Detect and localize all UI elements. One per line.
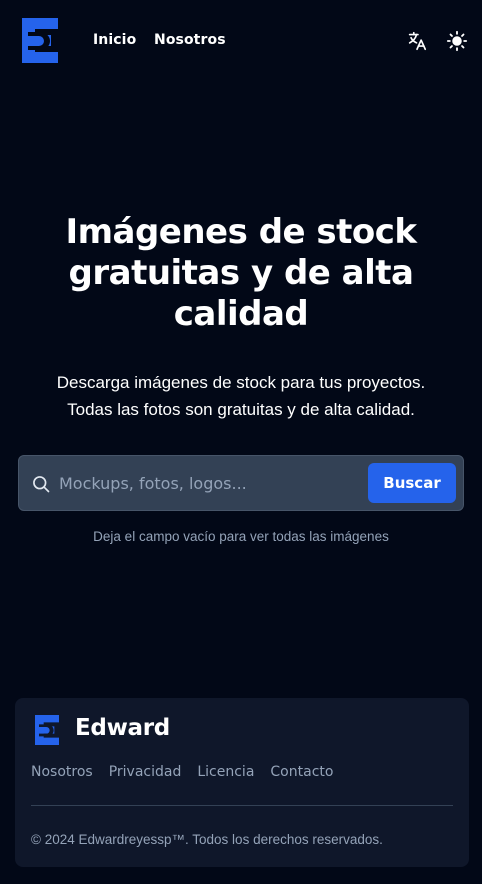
search-button[interactable]: Buscar: [368, 463, 456, 503]
footer-link-privacidad[interactable]: Privacidad: [109, 764, 182, 780]
hero-title-line: calidad: [173, 294, 309, 334]
footer-nav: Nosotros Privacidad Licencia Contacto: [31, 764, 333, 780]
search-form: Buscar: [18, 455, 464, 511]
nav-link-nosotros[interactable]: Nosotros: [154, 32, 226, 48]
footer-logo-icon[interactable]: [35, 715, 59, 745]
footer-copyright: © 2024 Edwardreyessp™. Todos los derecho…: [31, 832, 383, 847]
nav-link-inicio[interactable]: Inicio: [93, 32, 136, 48]
hero-title-line: gratuitas y de alta: [68, 253, 414, 293]
site-footer: Edward Nosotros Privacidad Licencia Cont…: [15, 698, 469, 867]
hero-title: Imágenes de stock gratuitas y de alta ca…: [0, 212, 482, 335]
logo-icon[interactable]: [22, 18, 58, 63]
translate-button[interactable]: [405, 29, 429, 53]
hero-subtitle-line: Descarga imágenes de stock para tus proy…: [56, 373, 426, 392]
theme-toggle-button[interactable]: [445, 29, 469, 53]
footer-link-nosotros[interactable]: Nosotros: [31, 764, 93, 780]
hero-title-line: Imágenes de stock: [65, 212, 417, 252]
site-header: Inicio Nosotros: [0, 0, 482, 82]
search-input[interactable]: [59, 464, 359, 502]
translate-icon: [408, 31, 427, 51]
footer-brand[interactable]: Edward: [75, 715, 170, 741]
footer-divider: [31, 805, 453, 806]
search-hint: Deja el campo vacío para ver todas las i…: [93, 529, 389, 544]
sun-icon: [446, 30, 468, 52]
footer-link-licencia[interactable]: Licencia: [197, 764, 254, 780]
hero-subtitle-line: Todas las fotos son gratuitas y de alta …: [67, 400, 415, 419]
hero-subtitle: Descarga imágenes de stock para tus proy…: [0, 369, 482, 423]
footer-link-contacto[interactable]: Contacto: [270, 764, 333, 780]
search-icon: [33, 476, 50, 493]
